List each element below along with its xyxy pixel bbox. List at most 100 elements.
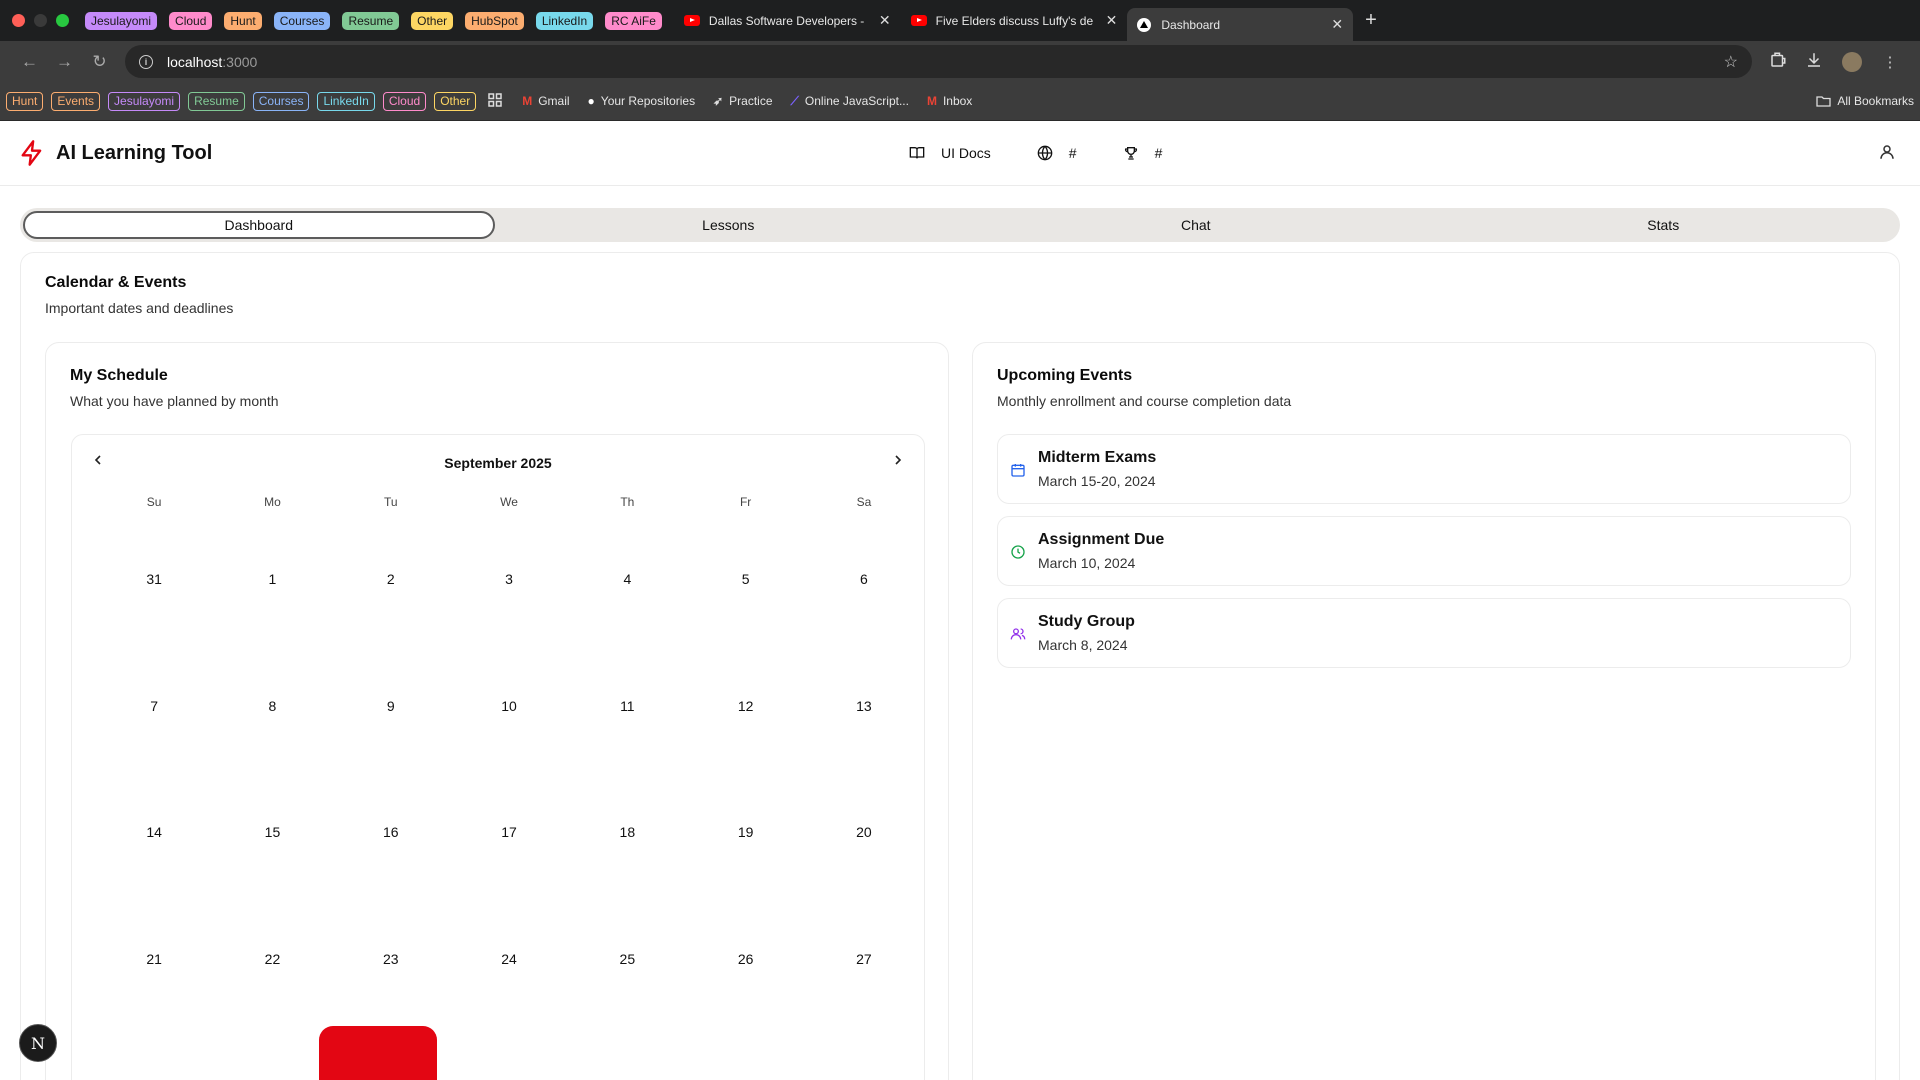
calendar-day[interactable]: 11 [568, 642, 686, 769]
forward-button[interactable]: → [47, 52, 82, 72]
extensions-icon[interactable] [1760, 51, 1796, 73]
download-icon[interactable] [1796, 51, 1832, 73]
calendar-day[interactable]: 6 [805, 515, 923, 642]
tab-group-chip[interactable]: RC AiFe [605, 11, 662, 30]
brand[interactable]: AI Learning Tool [18, 139, 212, 167]
bookmark-group-chip[interactable]: LinkedIn [317, 91, 375, 111]
new-tab-button[interactable]: + [1365, 9, 1377, 32]
user-account-icon[interactable] [1878, 143, 1896, 161]
bookmark-group-chip[interactable]: Hunt [6, 91, 44, 111]
address-bar[interactable]: i localhost:3000 ☆ [125, 45, 1752, 78]
calendar-day[interactable]: 5 [686, 515, 804, 642]
maximize-window-button[interactable] [56, 14, 69, 27]
weekday-label: Fr [739, 495, 752, 509]
bookmark-group-chip[interactable]: Jesulayomi [108, 91, 181, 111]
event-item[interactable]: Assignment Due March 10, 2024 [997, 516, 1851, 586]
calendar-day[interactable]: 12 [686, 642, 804, 769]
calendar-day[interactable]: 31 [95, 515, 213, 642]
event-date: March 10, 2024 [1038, 555, 1136, 571]
calendar-day[interactable]: 14 [95, 768, 213, 895]
calendar-day[interactable]: 16 [332, 768, 450, 895]
browser-tab[interactable]: Dallas Software Developers - ✕ [674, 5, 901, 36]
apps-grid-icon[interactable] [488, 92, 502, 110]
close-tab-icon[interactable]: ✕ [1331, 16, 1343, 33]
calendar-day[interactable]: 27 [805, 895, 923, 1022]
site-info-icon[interactable]: i [139, 54, 153, 69]
bookmark-link[interactable]: ➶ Practice [713, 94, 772, 109]
tab-group-chip[interactable]: Resume [342, 11, 400, 30]
window-controls [12, 14, 69, 27]
calendar-day[interactable]: 1 [213, 515, 331, 642]
calendar-day[interactable]: 23 [332, 895, 450, 1022]
tab-group-chip[interactable]: Jesulayomi [85, 11, 158, 30]
calendar-day[interactable]: 24 [450, 895, 568, 1022]
calendar-day[interactable]: 8 [213, 642, 331, 769]
tab-chat[interactable]: Chat [962, 211, 1430, 239]
browser-tab[interactable]: Five Elders discuss Luffy's de ✕ [901, 5, 1128, 36]
calendar-day[interactable]: 20 [805, 768, 923, 895]
weekday-label: Mo [264, 495, 281, 509]
calendar-day[interactable]: 25 [568, 895, 686, 1022]
bookmark-label: Gmail [538, 94, 570, 108]
bookmark-group-chip[interactable]: Resume [188, 91, 245, 111]
tab-group-chip[interactable]: LinkedIn [535, 11, 594, 30]
close-window-button[interactable] [12, 14, 25, 27]
bookmark-group-chip[interactable]: Other [434, 91, 477, 111]
all-bookmarks-button[interactable]: All Bookmarks [1816, 94, 1914, 108]
nextjs-dev-badge[interactable]: N [19, 1024, 57, 1062]
bookmark-label: Inbox [942, 94, 973, 108]
calendar-day[interactable]: 17 [450, 768, 568, 895]
nav-globe-link[interactable]: # [1037, 145, 1077, 161]
bookmark-group-chip[interactable]: Events [51, 91, 101, 111]
bookmark-group-chip[interactable]: Courses [252, 91, 310, 111]
browser-tab[interactable]: Dashboard ✕ [1127, 8, 1354, 41]
calendar: September 2025 Su Mo Tu We Th Fr Sa 31 1 2 3 4 5 6 7 8… [71, 434, 925, 1080]
bookmark-link[interactable]: M Inbox [927, 94, 972, 109]
tab-stats[interactable]: Stats [1430, 211, 1898, 239]
tab-lessons[interactable]: Lessons [495, 211, 963, 239]
tab-group-chip[interactable]: HubSpot [465, 11, 524, 30]
tab-group-chip[interactable]: Cloud [169, 11, 213, 30]
tab-group-chip[interactable]: Courses [273, 11, 331, 30]
nav-trophy-link[interactable]: # [1123, 145, 1162, 161]
event-item[interactable]: Midterm Exams March 15-20, 2024 [997, 434, 1851, 504]
calendar-week-row: 7 8 9 10 11 12 13 [95, 642, 923, 769]
back-button[interactable]: ← [12, 52, 47, 72]
reload-button[interactable]: ↻ [82, 52, 117, 72]
calendar-day[interactable]: 3 [450, 515, 568, 642]
brand-name: AI Learning Tool [56, 141, 213, 164]
calendar-day[interactable]: 18 [568, 768, 686, 895]
calendar-day[interactable]: 22 [213, 895, 331, 1022]
calendar-day[interactable]: 9 [332, 642, 450, 769]
event-item[interactable]: Study Group March 8, 2024 [997, 598, 1851, 668]
calendar-day[interactable]: 10 [450, 642, 568, 769]
nav-ui-docs[interactable]: UI Docs [909, 145, 991, 161]
minimize-window-button[interactable] [34, 14, 47, 27]
browser-tab-title: Dallas Software Developers - [708, 13, 865, 28]
calendar-day[interactable]: 21 [95, 895, 213, 1022]
menu-kebab-icon[interactable]: ⋮ [1872, 53, 1908, 71]
calendar-day[interactable]: 4 [568, 515, 686, 642]
bookmark-star-icon[interactable]: ☆ [1724, 52, 1738, 72]
tab-dashboard[interactable]: Dashboard [23, 211, 495, 239]
bookmark-link[interactable]: ● Your Repositories [588, 94, 696, 109]
close-tab-icon[interactable]: ✕ [879, 12, 891, 29]
calendar-day[interactable]: 13 [805, 642, 923, 769]
gmail-icon: M [522, 94, 533, 108]
selected-day-highlight[interactable] [319, 1026, 437, 1080]
bookmark-link[interactable]: M Gmail [522, 94, 569, 109]
calendar-day[interactable]: 2 [332, 515, 450, 642]
profile-avatar[interactable] [1842, 51, 1862, 72]
next-month-button[interactable] [888, 453, 908, 473]
tab-group-chip[interactable]: Other [411, 11, 454, 30]
previous-month-button[interactable] [88, 453, 108, 473]
calendar-day[interactable]: 19 [686, 768, 804, 895]
nav-label: UI Docs [941, 145, 991, 161]
calendar-day[interactable]: 15 [213, 768, 331, 895]
calendar-day[interactable]: 7 [95, 642, 213, 769]
bookmark-group-chip[interactable]: Cloud [382, 91, 427, 111]
calendar-day[interactable]: 26 [686, 895, 804, 1022]
bookmark-link[interactable]: ⟋ Online JavaScript... [791, 94, 909, 109]
close-tab-icon[interactable]: ✕ [1106, 12, 1118, 29]
tab-group-chip[interactable]: Hunt [224, 11, 262, 30]
